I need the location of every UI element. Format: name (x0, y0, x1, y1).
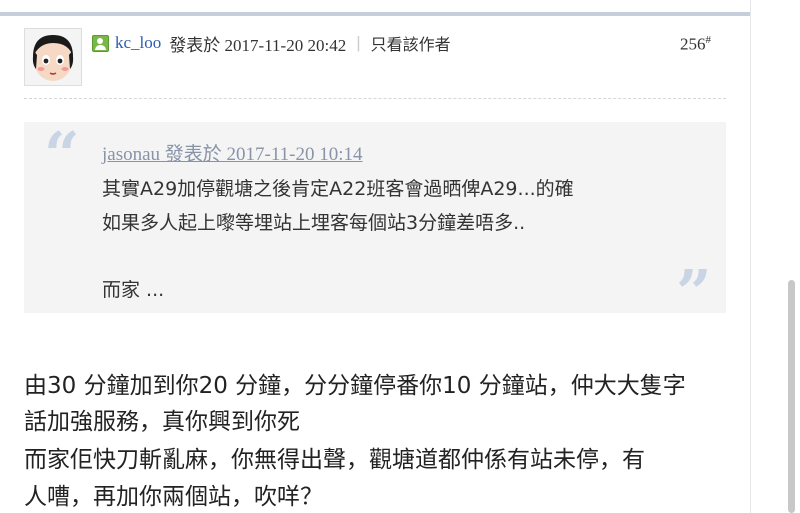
meta-separator: | (356, 33, 361, 52)
floor-mark: # (705, 34, 712, 46)
avatar-cartoon-icon (25, 29, 81, 85)
only-view-author-link[interactable]: 只看該作者 (371, 31, 451, 55)
quote-line-2: 如果多人起上嚟等埋站上埋客每個站3分鐘差唔多.. (102, 212, 526, 234)
floor-number-value: 256 (680, 34, 706, 54)
page-scrollbar-thumb[interactable] (788, 280, 795, 513)
post-body-line-2: 話加強服務，真你興到你死 (24, 409, 300, 435)
content-right-edge (750, 0, 751, 513)
post-body-line-4: 人嘈，再加你兩個站，吹咩？ (24, 484, 323, 510)
top-divider-bar (0, 12, 750, 16)
quote-block: “ jasonau 發表於 2017-11-20 10:14 其實A29加停觀塘… (24, 118, 726, 324)
post-meta-line: kc_loo 發表於 2017-11-20 20:42 | 只看該作者 (92, 30, 451, 56)
posted-timestamp: 發表於 2017-11-20 20:42 (169, 35, 347, 55)
online-user-icon (92, 34, 109, 52)
quote-line-3: 而家 ... (102, 279, 165, 301)
user-avatar[interactable] (24, 28, 82, 86)
quote-header-link[interactable]: jasonau 發表於 2017-11-20 10:14 (102, 139, 363, 166)
author-username-link[interactable]: kc_loo (115, 33, 161, 53)
post-header-divider (24, 98, 726, 99)
floor-number[interactable]: 256# (680, 34, 711, 55)
post-body-line-1: 由30 分鐘加到你20 分鐘，分分鐘停番你10 分鐘站，仲大大隻字 (24, 373, 686, 399)
close-quote-icon: ” (676, 256, 712, 329)
quote-line-1: 其實A29加停觀塘之後肯定A22班客會過晒俾A29...的確 (102, 178, 574, 200)
post-body-line-3: 而家佢快刀斬亂麻，你無得出聲，觀塘道都仲係有站未停，有 (24, 447, 645, 473)
open-quote-icon: “ (44, 118, 80, 191)
